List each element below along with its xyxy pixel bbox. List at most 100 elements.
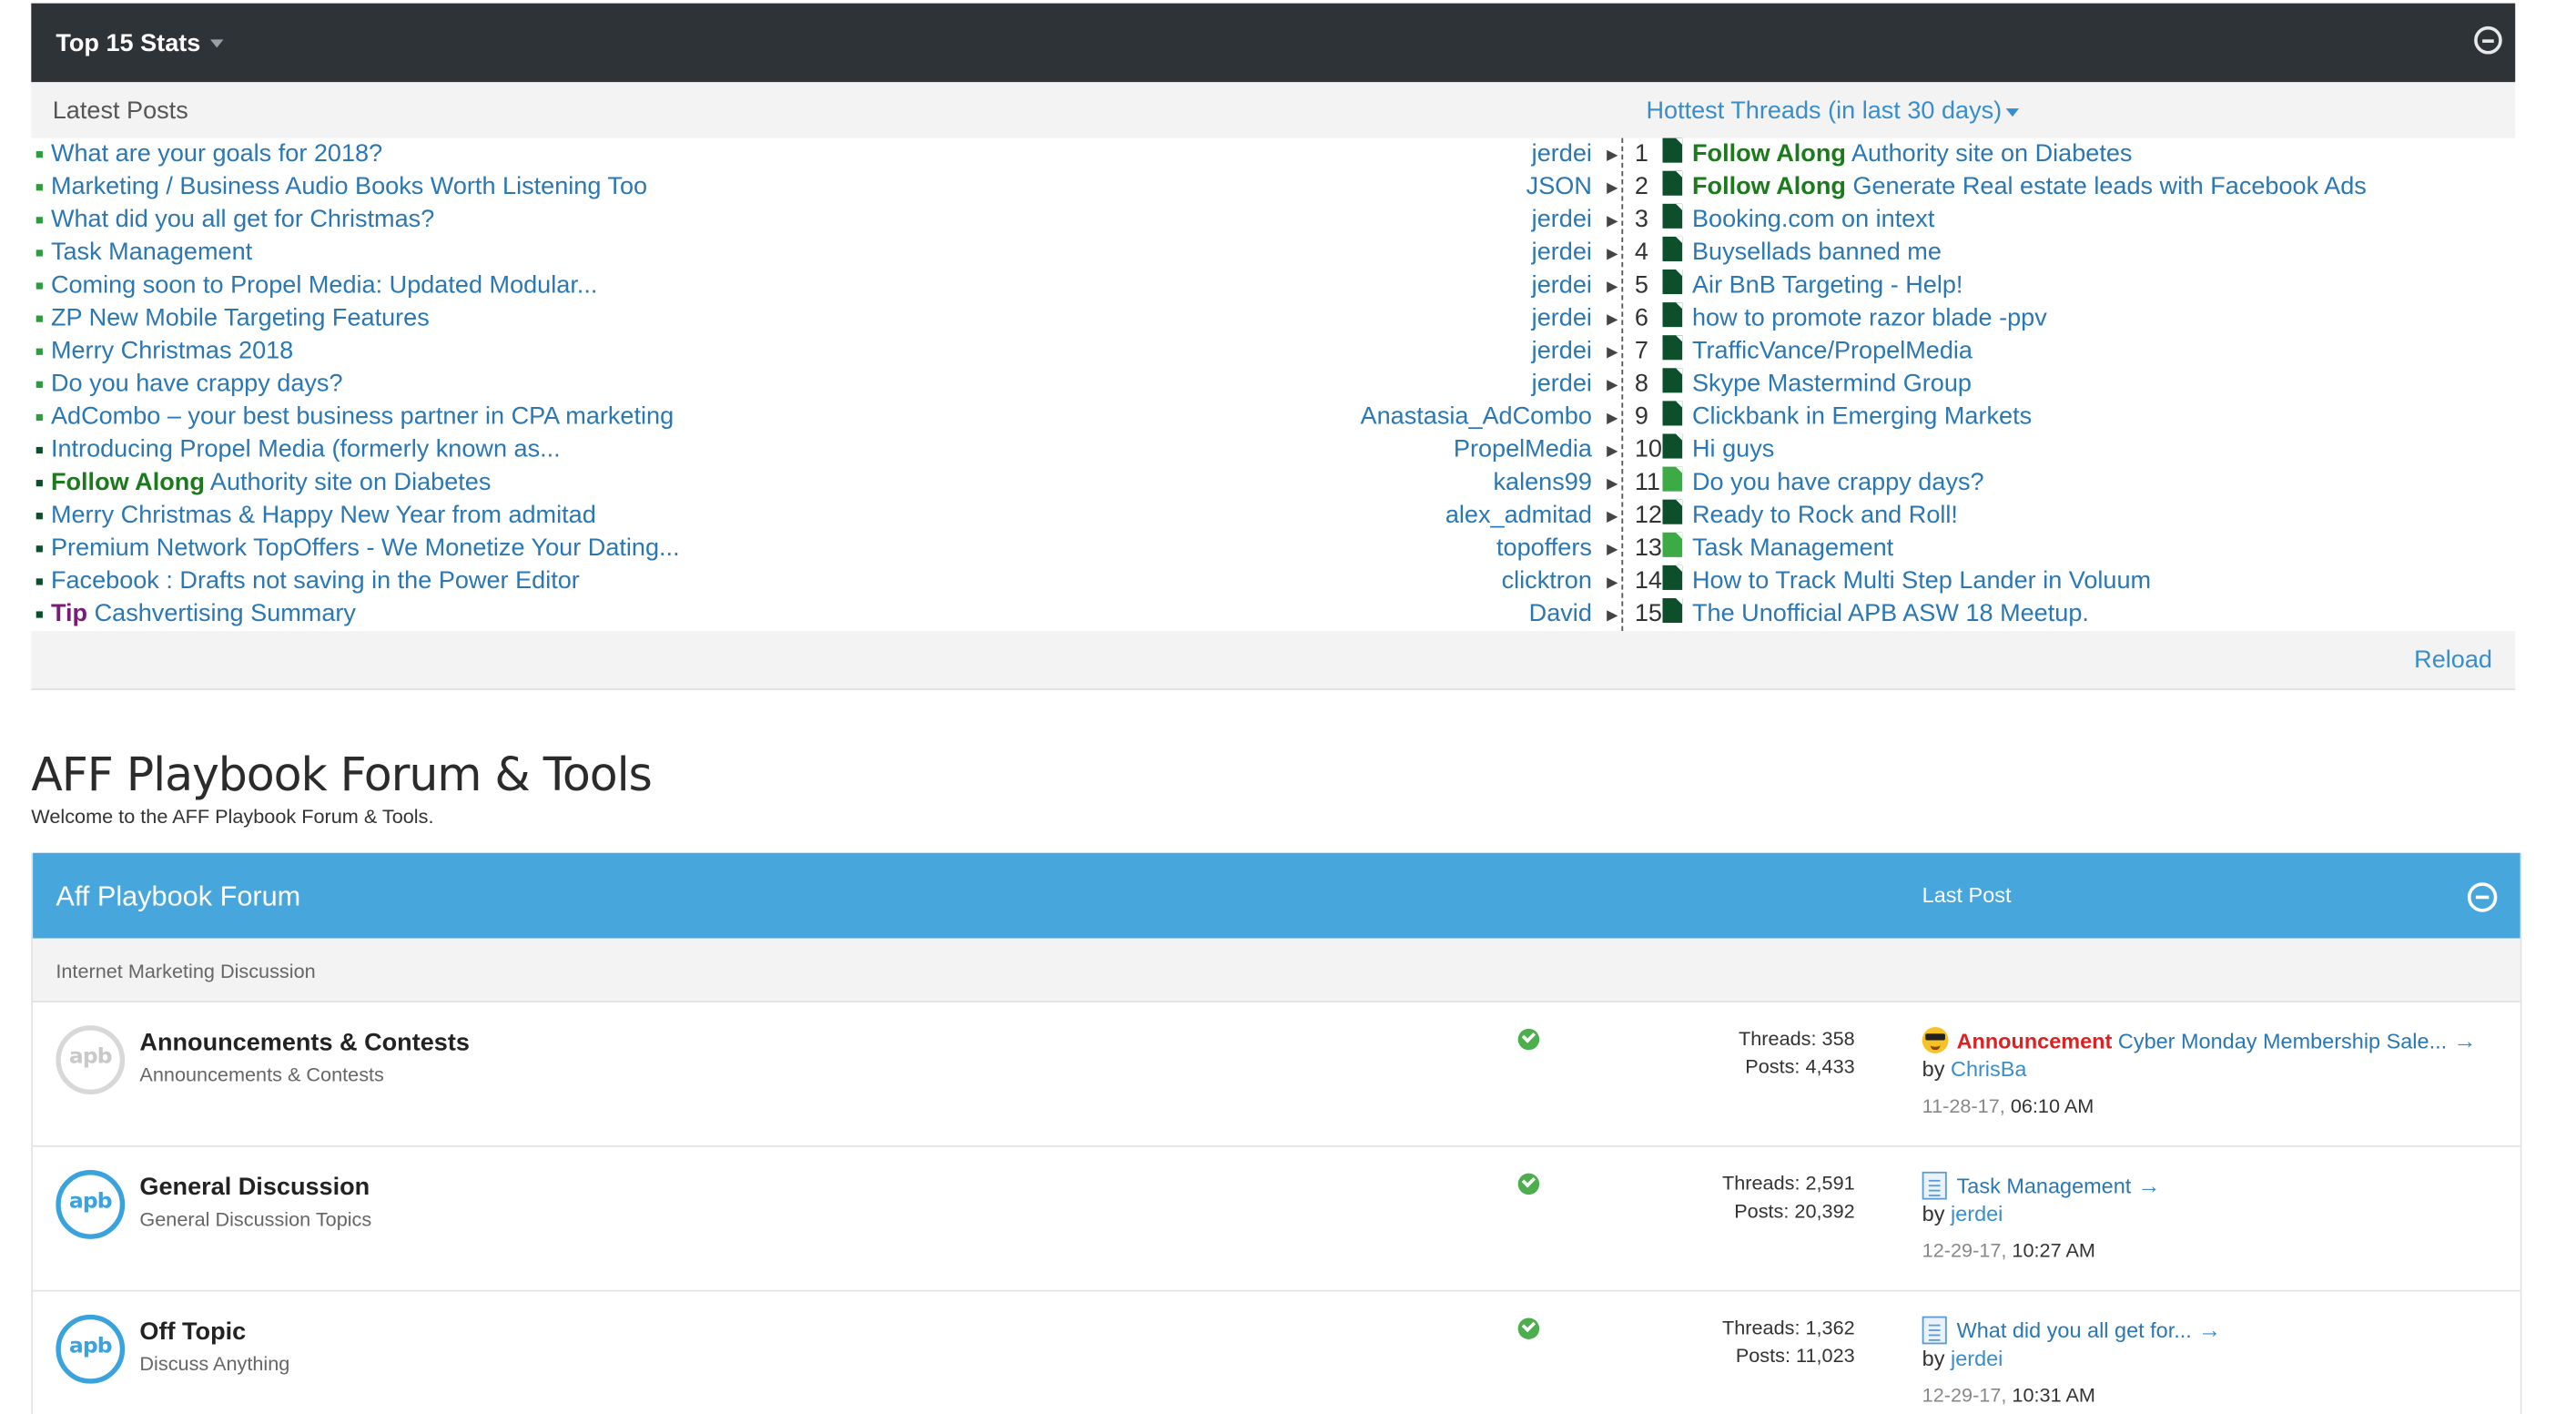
hot-thread-link[interactable]: Follow Along Authority site on Diabetes [1692, 138, 2132, 171]
go-to-last-post-icon[interactable]: ▶ [1607, 401, 1618, 433]
forum-logo-icon[interactable]: apb [56, 1170, 126, 1239]
latest-post-link[interactable]: Merry Christmas & Happy New Year from ad… [51, 500, 596, 533]
stats-row: Do you have crappy days? jerdei ▶ 8 Skype Ma… [31, 368, 2515, 401]
hottest-threads-dropdown[interactable]: Hottest Threads (in last 30 days) [1646, 97, 2019, 125]
stats-dropdown-caret-icon[interactable] [210, 38, 224, 47]
hot-thread-title: Task Management [1691, 534, 1894, 563]
latest-post-user-link[interactable]: jerdei [1532, 302, 1592, 335]
latest-post-link[interactable]: Task Management [51, 237, 252, 270]
latest-post-user-link[interactable]: kalens99 [1494, 467, 1592, 500]
latest-post-link[interactable]: Premium Network TopOffers - We Monetize … [51, 533, 680, 565]
hot-thread-link[interactable]: Ready to Rock and Roll! [1692, 500, 1958, 533]
latest-post-link[interactable]: Merry Christmas 2018 [51, 335, 293, 368]
thread-prefix: Tip [50, 599, 88, 628]
hot-thread-rank: 6 [1634, 303, 1648, 332]
latest-post-link[interactable]: Do you have crappy days? [51, 368, 343, 401]
post-count: Posts: 11,023 [1735, 1344, 1855, 1368]
forum-logo-icon[interactable]: apb [56, 1314, 126, 1384]
hot-thread-link[interactable]: Air BnB Targeting - Help! [1692, 270, 1962, 302]
go-to-last-post-icon[interactable]: ▶ [1607, 598, 1618, 631]
category-title[interactable]: Aff Playbook Forum [56, 880, 300, 913]
go-to-last-post-icon[interactable]: ▶ [1607, 302, 1618, 335]
hot-thread-link[interactable]: Clickbank in Emerging Markets [1692, 401, 2032, 433]
go-to-last-post-icon[interactable]: ▶ [1607, 335, 1618, 368]
latest-post-user-link[interactable]: Anastasia_AdCombo [1361, 401, 1592, 433]
forum-category: Aff Playbook Forum Last Post Internet Ma… [31, 852, 2522, 1414]
arrow-right-icon[interactable]: → [2453, 1027, 2476, 1053]
hot-thread-rank: 1 [1634, 139, 1648, 168]
forum-name-link[interactable]: General Discussion [139, 1174, 370, 1202]
go-to-last-post-icon[interactable]: ▶ [1607, 368, 1618, 401]
stats-row: Merry Christmas & Happy New Year from ad… [31, 499, 2515, 533]
forum-logo-icon[interactable]: apb [56, 1025, 126, 1095]
hot-thread-link[interactable]: Hi guys [1692, 433, 1774, 466]
hot-thread-link[interactable]: Do you have crappy days? [1692, 467, 1984, 500]
latest-post-user-link[interactable]: jerdei [1532, 138, 1592, 171]
by-label: by [1922, 1201, 1945, 1226]
latest-post-link[interactable]: Coming soon to Propel Media: Updated Mod… [51, 270, 597, 302]
go-to-last-post-icon[interactable]: ▶ [1607, 204, 1618, 237]
latest-post-link[interactable]: Tip Cashvertising Summary [51, 598, 356, 631]
go-to-last-post-icon[interactable]: ▶ [1607, 467, 1618, 500]
last-post-link[interactable]: What did you all get for... → [1957, 1317, 2222, 1343]
latest-post-user-link[interactable]: PropelMedia [1454, 433, 1592, 466]
hot-thread-link[interactable]: Buysellads banned me [1692, 237, 1942, 270]
forum-name-link[interactable]: Off Topic [139, 1317, 246, 1346]
last-post-user-link[interactable]: jerdei [1951, 1346, 2003, 1370]
go-to-last-post-icon[interactable]: ▶ [1607, 533, 1618, 565]
thread-count: Threads: 358 [1739, 1027, 1855, 1051]
hot-thread-rank: 12 [1634, 501, 1662, 530]
go-to-last-post-icon[interactable]: ▶ [1607, 433, 1618, 466]
go-to-last-post-icon[interactable]: ▶ [1607, 565, 1618, 598]
collapse-icon[interactable] [2474, 25, 2502, 55]
latest-post-user-link[interactable]: jerdei [1532, 237, 1592, 270]
hot-thread-title: Generate Real estate leads with Facebook… [1852, 172, 2367, 201]
hot-thread-link[interactable]: Task Management [1692, 533, 1893, 565]
go-to-last-post-icon[interactable]: ▶ [1607, 500, 1618, 533]
hot-thread-link[interactable]: Follow Along Generate Real estate leads … [1692, 171, 2367, 204]
forum-name-link[interactable]: Announcements & Contests [139, 1029, 470, 1057]
arrow-right-icon[interactable]: → [2138, 1172, 2161, 1198]
hot-thread-link[interactable]: Skype Mastermind Group [1692, 368, 1972, 401]
hot-thread-link[interactable]: The Unofficial APB ASW 18 Meetup. [1692, 598, 2089, 631]
latest-post-link[interactable]: What are your goals for 2018? [51, 138, 382, 171]
latest-post-user-link[interactable]: jerdei [1532, 270, 1592, 302]
latest-post-user-link[interactable]: David [1529, 598, 1592, 631]
latest-post-link[interactable]: Facebook : Drafts not saving in the Powe… [51, 565, 580, 598]
latest-post-user-link[interactable]: JSON [1526, 171, 1592, 204]
thread-document-icon [1922, 1171, 1947, 1200]
go-to-last-post-icon[interactable]: ▶ [1607, 171, 1618, 204]
latest-post-link[interactable]: Follow Along Authority site on Diabetes [51, 467, 491, 500]
latest-post-user-link[interactable]: topoffers [1496, 533, 1592, 565]
hot-thread-link[interactable]: how to promote razor blade -ppv [1692, 302, 2047, 335]
collapse-icon[interactable] [2467, 882, 2498, 912]
hot-thread-link[interactable]: TrafficVance/PropelMedia [1692, 335, 1973, 368]
go-to-last-post-icon[interactable]: ▶ [1607, 237, 1618, 270]
latest-post-link[interactable]: Marketing / Business Audio Books Worth L… [51, 171, 647, 204]
latest-post-link[interactable]: AdCombo – your best business partner in … [51, 401, 674, 433]
hot-thread-title: Clickbank in Emerging Markets [1691, 402, 2033, 431]
last-post-day: 11-28-17, [1922, 1094, 2005, 1118]
latest-post-user-link[interactable]: alex_admitad [1445, 500, 1592, 533]
hot-thread-rank: 13 [1634, 534, 1662, 563]
hot-thread-link[interactable]: Booking.com on intext [1692, 204, 1934, 237]
last-post-user-link[interactable]: jerdei [1951, 1201, 2003, 1226]
latest-post-link[interactable]: ZP New Mobile Targeting Features [51, 302, 430, 335]
latest-post-link[interactable]: What did you all get for Christmas? [51, 204, 434, 237]
go-to-last-post-icon[interactable]: ▶ [1607, 138, 1618, 171]
latest-post-link[interactable]: Introducing Propel Media (formerly known… [51, 433, 561, 466]
latest-post-user-link[interactable]: clicktron [1502, 565, 1592, 598]
reload-button[interactable]: Reload [2414, 646, 2492, 674]
thread-document-icon [1922, 1316, 1947, 1345]
last-post-link[interactable]: Announcement Cyber Monday Membership Sal… [1957, 1027, 2477, 1053]
arrow-right-icon[interactable]: → [2198, 1317, 2221, 1343]
hot-thread-link[interactable]: How to Track Multi Step Lander in Voluum [1692, 565, 2151, 598]
latest-post-user-link[interactable]: jerdei [1532, 368, 1592, 401]
stats-title[interactable]: Top 15 Stats [56, 29, 200, 57]
last-post-user-link[interactable]: ChrisBa [1951, 1057, 2026, 1082]
latest-post-title: Authority site on Diabetes [209, 468, 492, 497]
latest-post-user-link[interactable]: jerdei [1532, 335, 1592, 368]
latest-post-user-link[interactable]: jerdei [1532, 204, 1592, 237]
last-post-link[interactable]: Task Management → [1957, 1172, 2161, 1198]
go-to-last-post-icon[interactable]: ▶ [1607, 270, 1618, 302]
